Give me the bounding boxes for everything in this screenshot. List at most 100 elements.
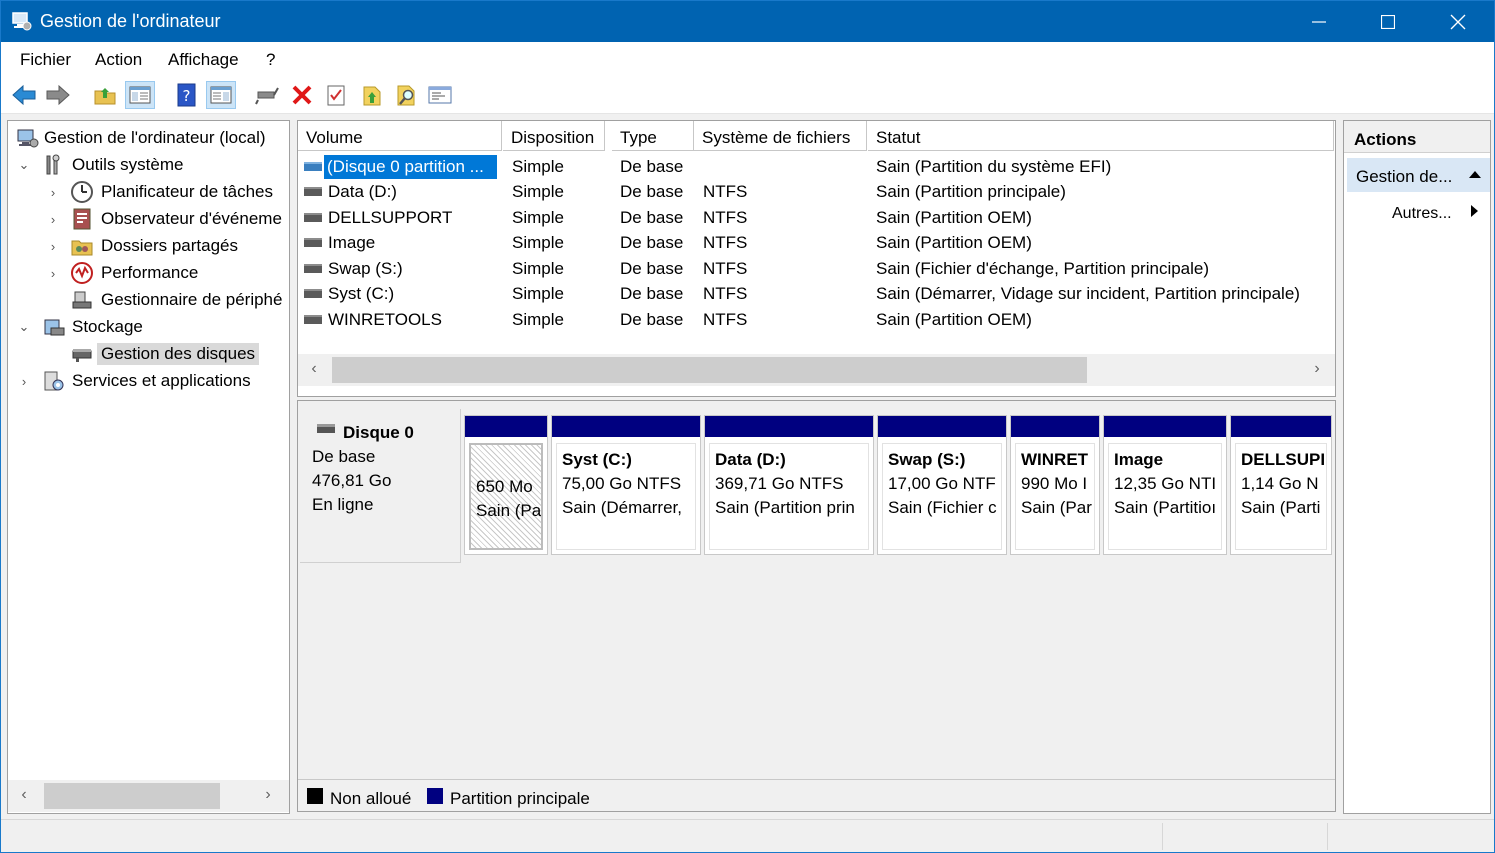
menu-bar: Fichier Action Affichage ? [1,42,1494,76]
volume-name: Swap (S:) [328,259,403,278]
partition-winretools[interactable]: WINRET 990 Mo I Sain (Par [1010,415,1100,555]
volume-name: WINRETOOLS [328,310,442,329]
partition-bar [1104,416,1226,437]
chevron-right-icon[interactable]: › [17,374,31,389]
partition-bar [705,416,873,437]
scrollbar-thumb[interactable] [44,783,220,809]
column-header-filesystem[interactable]: Système de fichiers [694,121,867,151]
partition-syst-c[interactable]: Syst (C:) 75,00 Go NTFS Sain (Démarrer, [551,415,701,555]
device-manager-icon [72,291,92,309]
volume-type: De base [620,182,684,201]
tools-icon [46,154,60,175]
chevron-down-icon[interactable]: ⌄ [17,157,31,173]
volume-filesystem: NTFS [703,233,748,252]
menu-action[interactable]: Action [95,50,142,70]
table-row[interactable]: Image Simple De base NTFS Sain (Partitio… [298,230,1335,255]
table-row[interactable]: WINRETOOLS Simple De base NTFS Sain (Par… [298,307,1335,332]
list-horizontal-scrollbar[interactable]: ‹ › [298,354,1335,386]
chevron-right-icon[interactable]: › [46,239,60,254]
forward-button[interactable] [43,81,73,109]
partition-size: 369,71 Go NTFS [715,474,844,493]
tree-item-label: Performance [101,263,199,282]
console-icon [428,86,452,104]
partition-dellsupport[interactable]: DELLSUPI 1,14 Go N Sain (Parti [1230,415,1332,555]
disk-icon [317,424,335,433]
show-hide-tree-icon [129,86,151,104]
partition-size: 990 Mo I [1021,474,1088,493]
volume-type: De base [620,259,684,278]
back-icon [12,84,36,106]
tree-horizontal-scrollbar[interactable]: ‹ › [8,780,289,812]
status-divider [1162,823,1163,850]
export-list-button[interactable] [357,81,387,109]
menu-file[interactable]: Fichier [20,50,71,70]
menu-help[interactable]: ? [266,50,275,70]
partition-status: Sain (Parti [1241,498,1321,517]
partition-efi[interactable]: 650 Mo Sain (Pa [464,415,548,555]
chevron-down-icon[interactable]: ⌄ [17,319,31,335]
table-row[interactable]: Swap (S:) Simple De base NTFS Sain (Fich… [298,256,1335,281]
volume-name: Data (D:) [328,182,397,201]
properties-button[interactable] [321,81,351,109]
partition-swap-s[interactable]: Swap (S:) 17,00 Go NTF Sain (Fichier c [877,415,1007,555]
volume-status: Sain (Partition OEM) [876,310,1032,329]
table-row[interactable]: Syst (C:) Simple De base NTFS Sain (Déma… [298,281,1335,306]
volume-layout: Simple [512,233,564,252]
actions-title: Actions [1354,130,1417,149]
column-header-status[interactable]: Statut [868,121,1334,151]
connect-drive-button[interactable] [252,81,282,109]
volume-status: Sain (Partition OEM) [876,233,1032,252]
actions-section-disk-management[interactable]: Gestion de... [1347,158,1490,192]
scroll-right-icon[interactable]: › [258,786,278,804]
tree-item-label: Dossiers partagés [101,236,239,255]
table-row[interactable]: Data (D:) Simple De base NTFS Sain (Part… [298,179,1335,204]
volume-icon [304,264,322,273]
disk-info[interactable]: Disque 0 De base 476,81 Go En ligne [300,409,461,563]
collapse-up-icon[interactable] [1468,170,1482,179]
actions-header: Actions [1344,121,1490,153]
volume-icon [304,315,322,324]
column-header-layout[interactable]: Disposition [503,121,605,151]
volume-filesystem: NTFS [703,182,748,201]
scroll-left-icon[interactable]: ‹ [14,786,34,804]
console-button[interactable] [425,81,455,109]
back-button[interactable] [9,81,39,109]
scrollbar-thumb[interactable] [332,357,1087,383]
search-button[interactable] [392,81,422,109]
partition-status: Sain (Démarrer, [562,498,682,517]
help-button[interactable]: ? [171,81,201,109]
scroll-left-icon[interactable]: ‹ [304,360,324,378]
tree-item-label: Gestionnaire de périphé [101,290,283,309]
partition-status: Sain (Partition prin [715,498,855,517]
table-row[interactable]: DELLSUPPORT Simple De base NTFS Sain (Pa… [298,205,1335,230]
clock-icon [71,181,93,203]
menu-view[interactable]: Affichage [168,50,239,70]
chevron-right-icon[interactable]: › [46,212,60,227]
scroll-right-icon[interactable]: › [1307,360,1327,378]
show-hide-action-icon [210,86,232,104]
table-row[interactable]: (Disque 0 partition ... Simple De base S… [298,154,1335,179]
volume-filesystem: NTFS [703,310,748,329]
column-header-volume[interactable]: Volume [298,121,502,151]
show-hide-action-pane-button[interactable] [206,81,236,109]
delete-button[interactable] [287,81,317,109]
up-folder-button[interactable] [90,81,120,109]
chevron-right-icon[interactable]: › [46,185,60,200]
show-hide-tree-button[interactable] [125,81,155,109]
partition-name: Data (D:) [715,450,786,469]
column-header-type[interactable]: Type [612,121,694,151]
partition-body: 650 Mo Sain (Pa [469,443,543,550]
close-button[interactable] [1423,1,1493,42]
minimize-button[interactable] [1284,1,1354,42]
partition-data-d[interactable]: Data (D:) 369,71 Go NTFS Sain (Partition… [704,415,874,555]
partition-image[interactable]: Image 12,35 Go NTI Sain (Partitioı [1103,415,1227,555]
title-bar[interactable]: Gestion de l'ordinateur [1,1,1494,42]
volume-name: Syst (C:) [328,284,395,303]
volume-name: Image [328,233,376,252]
toolbar: ? [1,76,1494,114]
chevron-right-icon[interactable]: › [46,266,60,281]
disk-management-icon [72,349,92,362]
event-viewer-icon [73,208,91,230]
maximize-button[interactable] [1353,1,1423,42]
partition-body: Swap (S:) 17,00 Go NTF Sain (Fichier c [882,443,1002,550]
